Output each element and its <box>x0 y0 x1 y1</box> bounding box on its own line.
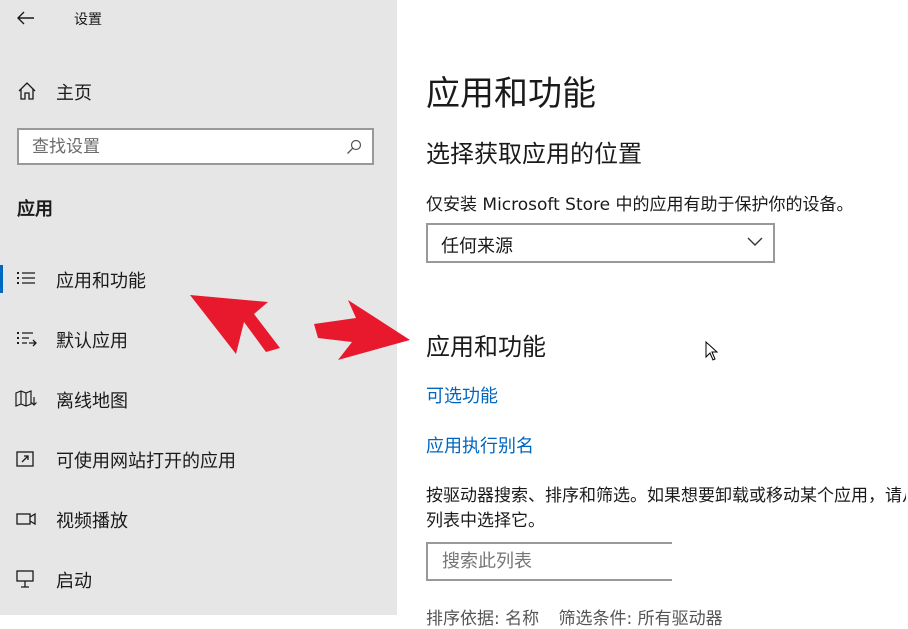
sidebar-home[interactable]: 主页 <box>0 72 397 108</box>
sidebar-item-website-apps[interactable]: 可使用网站打开的应用 <box>0 437 397 481</box>
apps-features-heading: 应用和功能 <box>426 333 546 361</box>
search-icon[interactable] <box>346 139 362 155</box>
red-arrow-annotation-icon <box>190 295 280 354</box>
sidebar-item-label: 可使用网站打开的应用 <box>56 451 236 472</box>
sidebar-item-video-playback[interactable]: 视频播放 <box>0 497 397 541</box>
red-arrow-annotation-icon <box>314 300 410 360</box>
sidebar-item-offline-maps[interactable]: 离线地图 <box>0 377 397 421</box>
optional-features-link[interactable]: 可选功能 <box>426 382 498 408</box>
back-button[interactable] <box>14 6 38 30</box>
apps-list-icon <box>17 272 35 284</box>
sidebar-item-label: 离线地图 <box>56 391 128 412</box>
startup-icon <box>16 570 34 588</box>
video-playback-icon <box>16 512 36 526</box>
sidebar-item-label: 应用和功能 <box>56 271 146 292</box>
app-execution-aliases-link[interactable]: 应用执行别名 <box>426 432 534 458</box>
website-apps-icon <box>16 451 34 467</box>
sort-filter-row: 排序依据: 名称 筛选条件: 所有驱动器 <box>426 604 737 629</box>
home-label: 主页 <box>56 83 92 104</box>
window-title: 设置 <box>74 12 102 28</box>
sort-by-control[interactable]: 排序依据: 名称 <box>426 609 539 629</box>
app-list-search <box>426 542 672 581</box>
default-apps-icon <box>17 332 37 347</box>
dropdown-selected-value: 任何来源 <box>441 236 513 257</box>
settings-search <box>17 128 374 165</box>
install-location-heading: 选择获取应用的位置 <box>426 140 642 168</box>
offline-map-icon <box>15 390 37 407</box>
paragraph-line: 按驱动器搜索、排序和筛选。如果想要卸载或移动某个应用，请从 <box>426 486 906 506</box>
install-description: 仅安装 Microsoft Store 中的应用有助于保护你的设备。 <box>426 195 854 215</box>
sidebar-item-label: 默认应用 <box>56 331 128 352</box>
app-list-search-input[interactable] <box>428 544 672 579</box>
home-icon <box>18 82 36 100</box>
sidebar-item-label: 启动 <box>56 571 92 592</box>
settings-search-input[interactable] <box>19 130 342 163</box>
sidebar-item-label: 视频播放 <box>56 511 128 532</box>
filter-by-control[interactable]: 筛选条件: 所有驱动器 <box>559 609 723 629</box>
main-content: 应用和功能 选择获取应用的位置 仅安装 Microsoft Store 中的应用… <box>397 0 908 629</box>
sidebar-item-startup[interactable]: 启动 <box>0 557 397 601</box>
chevron-down-icon <box>747 237 763 246</box>
mouse-pointer-icon <box>705 341 719 361</box>
sidebar-section-title: 应用 <box>17 199 53 220</box>
back-arrow-icon <box>17 11 34 25</box>
page-title: 应用和功能 <box>426 74 596 114</box>
apps-filter-description: 按驱动器搜索、排序和筛选。如果想要卸载或移动某个应用，请从 列表中选择它。 <box>426 484 906 534</box>
paragraph-line: 列表中选择它。 <box>426 511 545 531</box>
app-source-dropdown[interactable]: 任何来源 <box>426 223 775 263</box>
